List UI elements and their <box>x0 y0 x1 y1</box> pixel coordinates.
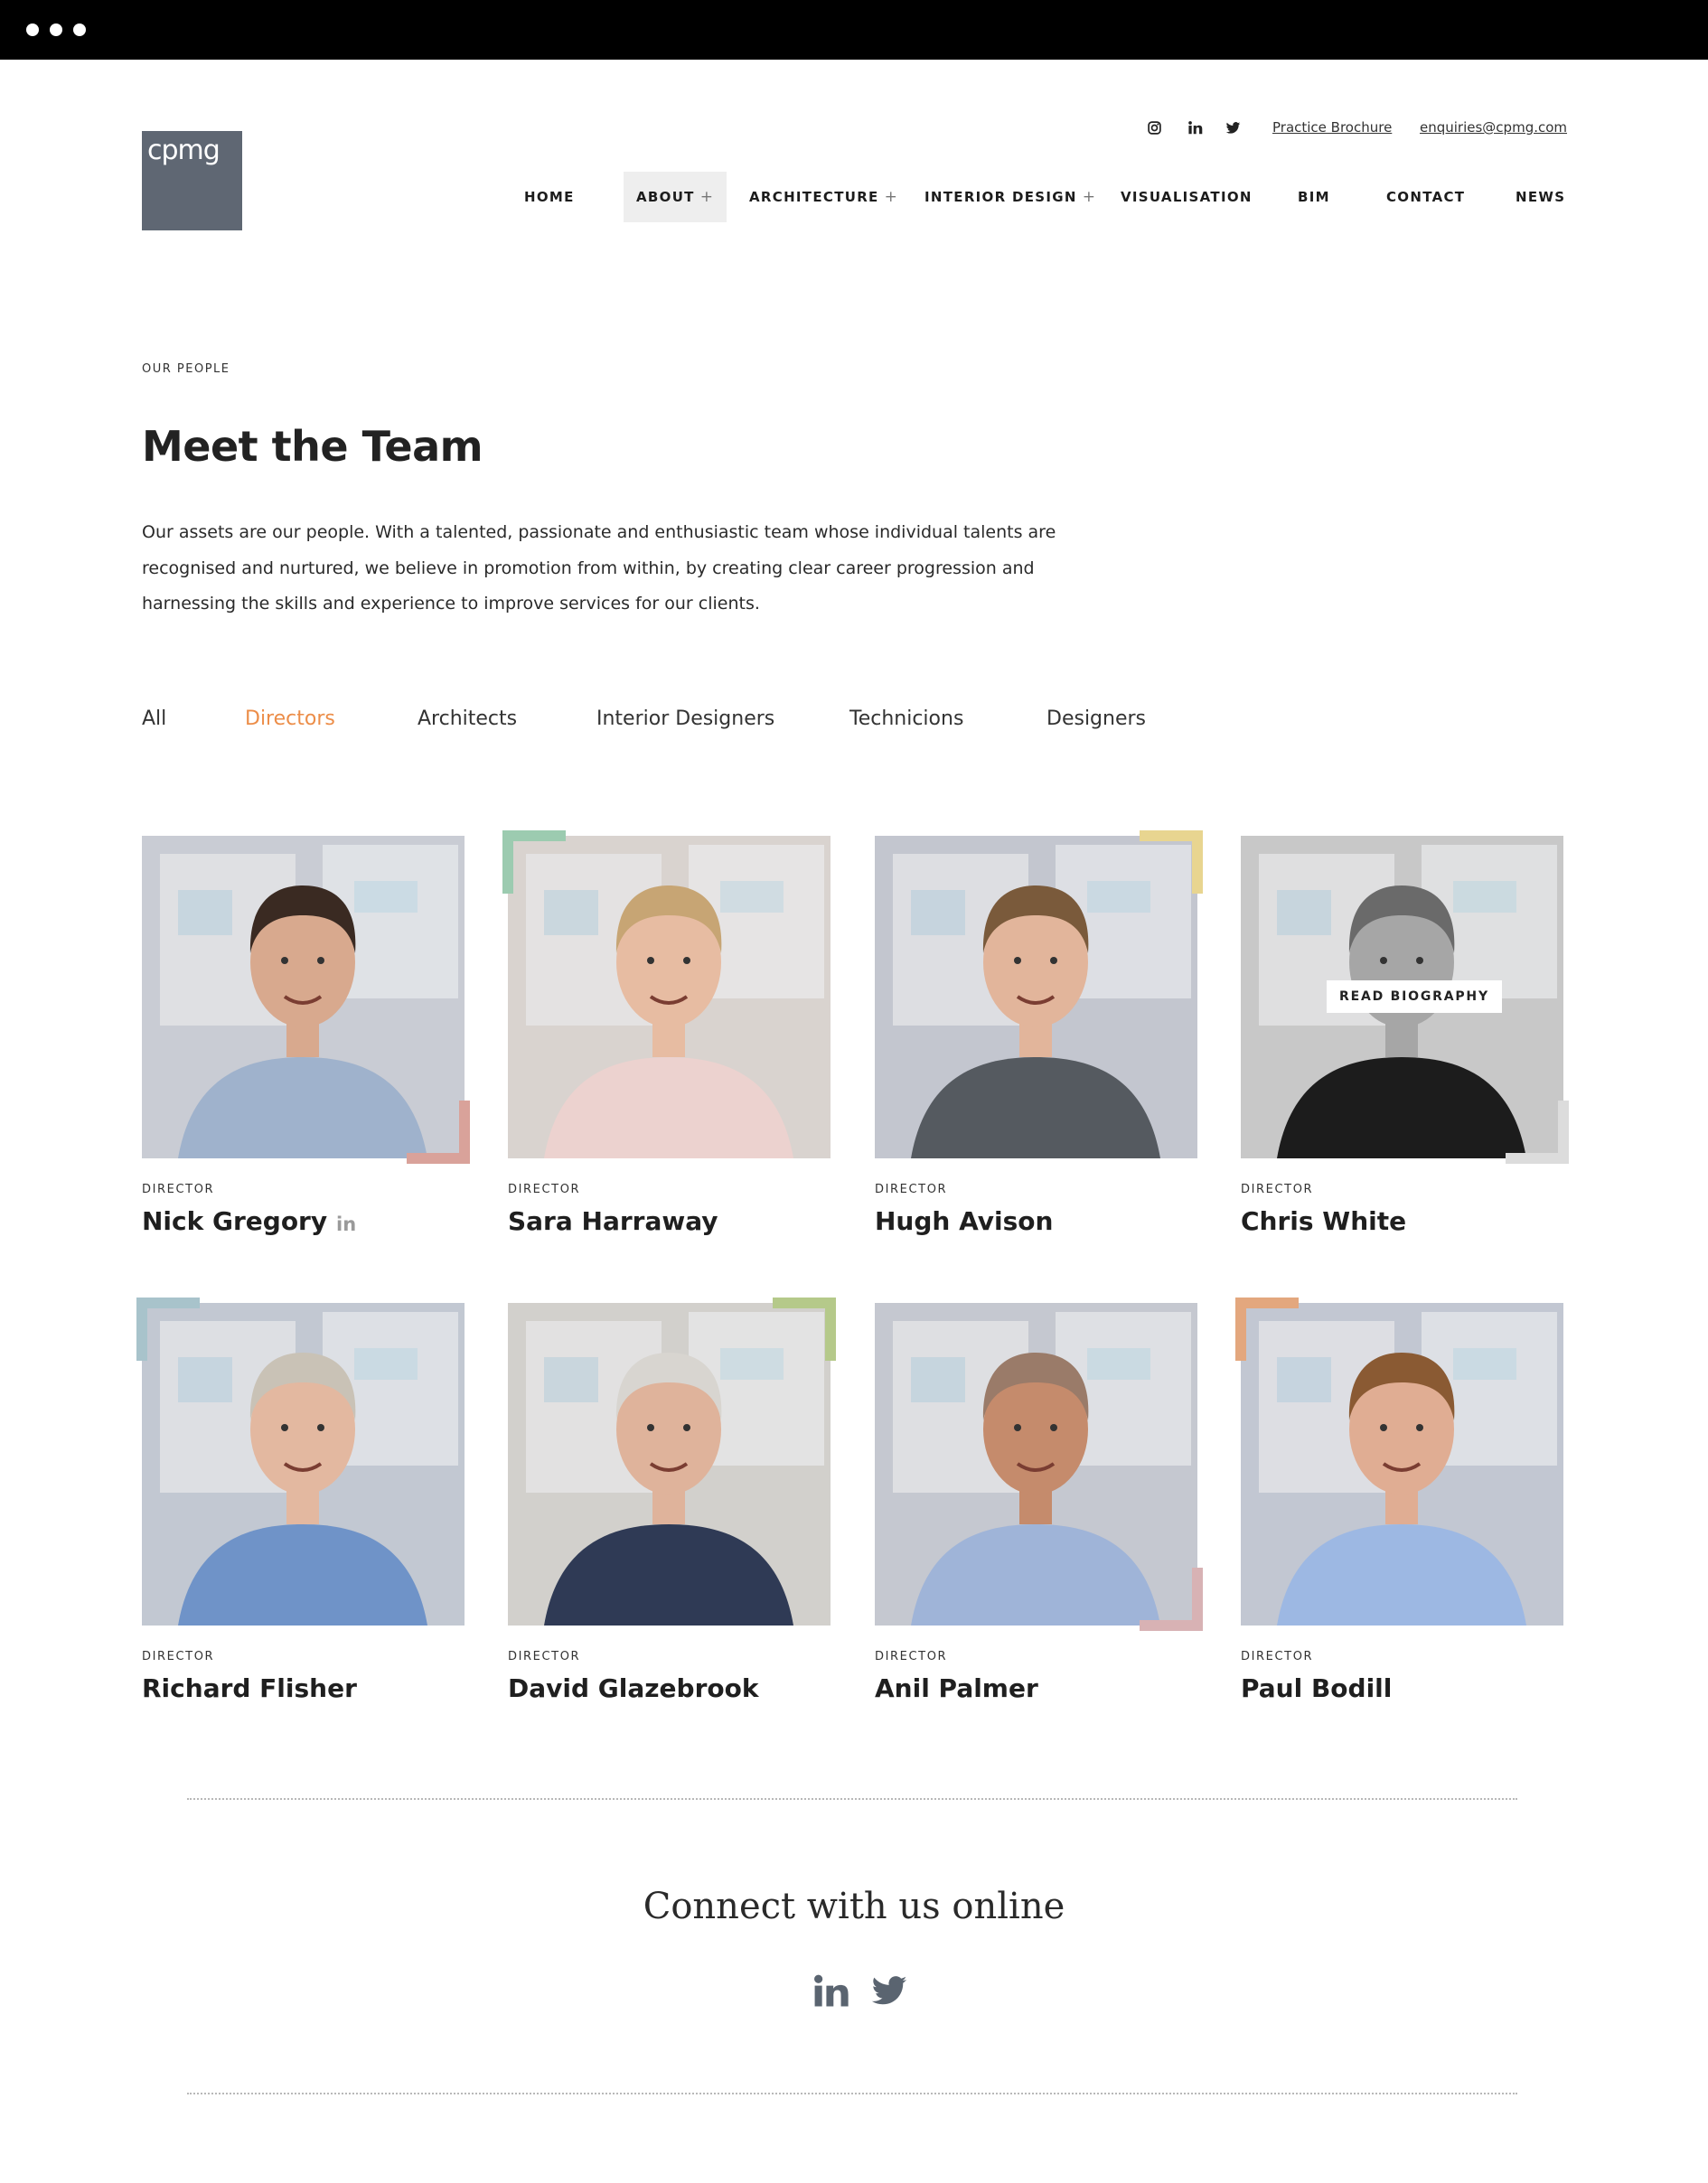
nav-label: CONTACT <box>1386 189 1466 205</box>
nav-label: NEWS <box>1516 189 1566 205</box>
nav-label: BIM <box>1298 189 1330 205</box>
portrait-frame[interactable] <box>1235 1298 1563 1626</box>
intro-line: harnessing the skills and experience to … <box>142 594 760 614</box>
member-name[interactable]: Sara Harraway <box>508 1206 718 1236</box>
nav-about[interactable]: ABOUT + <box>624 172 727 222</box>
email-link[interactable]: enquiries@cpmg.com <box>1420 119 1567 136</box>
member-role: DIRECTOR <box>508 1650 581 1663</box>
nav-news[interactable]: NEWS <box>1516 172 1565 222</box>
filter-all[interactable]: All <box>142 707 166 730</box>
nav-label: VISUALISATION <box>1121 189 1253 205</box>
member-name[interactable]: Nick Gregory <box>142 1206 327 1236</box>
connect-title: Connect with us online <box>643 1886 1065 1927</box>
linkedin-icon[interactable] <box>1185 117 1205 137</box>
divider <box>187 1798 1517 1800</box>
filter-technicians[interactable]: Technicions <box>849 707 963 730</box>
portrait-frame[interactable] <box>142 836 470 1164</box>
practice-brochure-link[interactable]: Practice Brochure <box>1272 119 1392 136</box>
plus-icon: + <box>699 188 715 206</box>
member-name[interactable]: Anil Palmer <box>875 1673 1038 1703</box>
accent-corner <box>502 830 566 894</box>
accent-corner <box>773 1298 836 1361</box>
portrait-frame[interactable] <box>875 1303 1203 1631</box>
filter-interior-designers[interactable]: Interior Designers <box>596 707 774 730</box>
member-name[interactable]: Chris White <box>1241 1206 1406 1236</box>
nav-bim[interactable]: BIM <box>1298 172 1330 222</box>
linkedin-icon[interactable] <box>811 1972 850 2011</box>
member-name[interactable]: David Glazebrook <box>508 1673 758 1703</box>
twitter-icon[interactable] <box>870 1972 910 2011</box>
section-eyebrow: OUR PEOPLE <box>142 362 230 376</box>
member-role: DIRECTOR <box>1241 1650 1314 1663</box>
nav-contact[interactable]: CONTACT <box>1386 172 1465 222</box>
plus-icon: + <box>884 188 899 206</box>
accent-corner <box>136 1298 200 1361</box>
nav-interior-design[interactable]: INTERIOR DESIGN + <box>924 172 1096 222</box>
team-card[interactable]: DIRECTOR Hugh Avison <box>875 830 1203 1251</box>
linkedin-icon[interactable]: in <box>336 1213 356 1235</box>
intro-paragraph: Our assets are our people. With a talent… <box>142 515 1163 623</box>
member-name[interactable]: Paul Bodill <box>1241 1673 1392 1703</box>
accent-corner <box>1235 1298 1299 1361</box>
member-role: DIRECTOR <box>1241 1183 1314 1196</box>
team-card[interactable]: DIRECTOR Nick Gregory in <box>142 836 470 1251</box>
portrait-frame[interactable] <box>502 830 831 1158</box>
nav-label: ARCHITECTURE <box>749 189 879 205</box>
member-role: DIRECTOR <box>142 1183 215 1196</box>
member-role: DIRECTOR <box>875 1183 948 1196</box>
twitter-icon[interactable] <box>1223 117 1243 137</box>
intro-line: recognised and nurtured, we believe in p… <box>142 557 1035 578</box>
divider <box>187 2093 1517 2094</box>
window-dot[interactable] <box>50 23 62 36</box>
accent-corner <box>1140 1568 1203 1631</box>
portrait-frame[interactable]: READ BIOGRAPHY <box>1241 836 1569 1164</box>
accent-corner <box>1140 830 1203 894</box>
filter-designers[interactable]: Designers <box>1046 707 1146 730</box>
member-role: DIRECTOR <box>142 1650 215 1663</box>
filter-architects[interactable]: Architects <box>418 707 517 730</box>
member-role: DIRECTOR <box>508 1183 581 1196</box>
window-dot[interactable] <box>26 23 39 36</box>
portrait-frame[interactable] <box>875 830 1203 1158</box>
read-biography-button[interactable]: READ BIOGRAPHY <box>1327 980 1502 1013</box>
team-card[interactable]: DIRECTOR Paul Bodill <box>1235 1298 1563 1719</box>
logo-text: cpmg <box>147 135 221 166</box>
team-card[interactable]: READ BIOGRAPHY DIRECTOR Chris White <box>1241 836 1569 1251</box>
site-logo[interactable]: cpmg <box>142 131 242 230</box>
window-dot[interactable] <box>73 23 86 36</box>
team-card[interactable]: DIRECTOR Sara Harraway <box>502 830 831 1251</box>
nav-visualisation[interactable]: VISUALISATION <box>1121 172 1253 222</box>
window-title-bar <box>0 0 1708 60</box>
team-card[interactable]: DIRECTOR Richard Flisher <box>136 1298 465 1719</box>
portrait-frame[interactable] <box>508 1298 836 1626</box>
filter-directors[interactable]: Directors <box>245 707 335 730</box>
member-name[interactable]: Hugh Avison <box>875 1206 1053 1236</box>
nav-label: ABOUT <box>636 189 695 205</box>
accent-corner <box>407 1101 470 1164</box>
portrait-frame[interactable] <box>136 1298 465 1626</box>
nav-architecture[interactable]: ARCHITECTURE + <box>749 172 898 222</box>
intro-line: Our assets are our people. With a talent… <box>142 522 1056 542</box>
nav-label: INTERIOR DESIGN <box>924 189 1077 205</box>
accent-corner <box>1506 1101 1569 1164</box>
instagram-icon[interactable] <box>1144 117 1164 137</box>
plus-icon: + <box>1082 188 1097 206</box>
nav-label: HOME <box>524 189 575 205</box>
team-card[interactable]: DIRECTOR Anil Palmer <box>875 1303 1203 1719</box>
member-role: DIRECTOR <box>875 1650 948 1663</box>
member-name[interactable]: Richard Flisher <box>142 1673 357 1703</box>
nav-home[interactable]: HOME <box>524 172 575 222</box>
team-card[interactable]: DIRECTOR David Glazebrook <box>508 1298 836 1719</box>
page-title: Meet the Team <box>142 422 483 471</box>
